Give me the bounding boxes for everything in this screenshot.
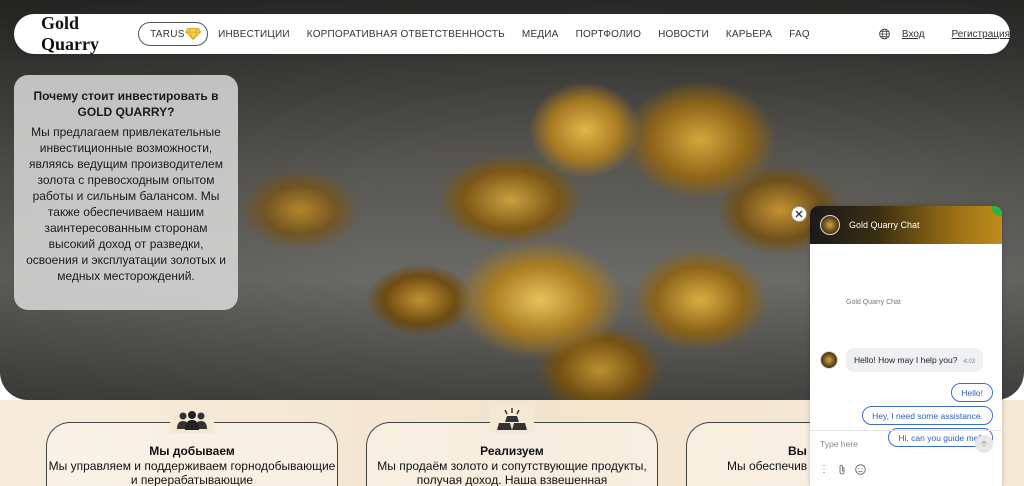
chat-close-button[interactable]	[791, 206, 807, 222]
chat-widget: Gold Quarry Chat Gold Quarry Chat Hello!…	[810, 206, 1002, 486]
top-navigation-bar: Gold Quarry TARUS ИНВЕСТИЦИИ КОРПОРАТИВН…	[14, 13, 1010, 55]
bot-message-text: Hello! How may I help you?	[854, 355, 958, 365]
feature-text: Мы управляем и поддерживаем горнодобываю…	[48, 459, 336, 486]
attachment-icon[interactable]	[836, 463, 848, 475]
feature-card-sales: Реализуем Мы продаём золото и сопутствую…	[366, 407, 658, 486]
nav-media[interactable]: МЕДИА	[522, 29, 559, 40]
bot-name-label: Gold Quarry Chat	[846, 299, 901, 306]
main-nav: ИНВЕСТИЦИИ КОРПОРАТИВНАЯ ОТВЕТСТВЕННОСТЬ…	[218, 29, 827, 40]
bot-message-time: 4:03	[963, 359, 976, 365]
tarus-label: TARUS	[150, 28, 185, 40]
bot-avatar	[820, 351, 838, 369]
feature-title: Мы добываем	[149, 444, 235, 458]
feature-card-mining: Мы добываем Мы управляем и поддерживаем …	[46, 407, 338, 486]
quick-reply-assistance[interactable]: Hey, I need some assistance.	[862, 406, 993, 425]
nav-news[interactable]: НОВОСТИ	[658, 29, 709, 40]
chat-tools: ⋮	[818, 463, 866, 475]
nav-careers[interactable]: КАРЬЕРА	[726, 29, 772, 40]
why-invest-card: Почему стоит инвестировать в GOLD QUARRY…	[14, 75, 238, 310]
people-group-icon	[170, 407, 214, 433]
chat-avatar	[820, 215, 840, 235]
online-status-indicator	[992, 206, 1002, 216]
register-link[interactable]: Регистрация	[952, 29, 1010, 40]
feature-text: Мы продаём золото и сопутствующие продук…	[377, 459, 647, 486]
chat-input-area: Type here ⋮	[810, 430, 1002, 486]
nav-corporate-responsibility[interactable]: КОРПОРАТИВНАЯ ОТВЕТСТВЕННОСТЬ	[307, 29, 505, 40]
send-arrow-icon	[980, 440, 988, 447]
nav-portfolio[interactable]: ПОРТФОЛИО	[576, 29, 642, 40]
chat-messages: Gold Quarry Chat Hello! How may I help y…	[810, 244, 1002, 447]
bot-message-row: Hello! How may I help you? 4:03	[820, 348, 984, 372]
login-link[interactable]: Вход	[902, 29, 925, 40]
site-logo[interactable]: Gold Quarry	[41, 13, 124, 55]
feature-title: Реализуем	[480, 444, 544, 458]
send-button[interactable]	[975, 435, 993, 453]
quick-reply-hello[interactable]: Hello!	[951, 383, 993, 402]
bot-message-bubble: Hello! How may I help you? 4:03	[846, 348, 984, 372]
why-invest-title: Почему стоит инвестировать в GOLD QUARRY…	[33, 89, 219, 119]
gold-bars-icon	[490, 407, 534, 433]
why-invest-text: Мы предлагаем привлекательные инвестицио…	[26, 125, 226, 283]
globe-icon[interactable]	[879, 25, 890, 43]
diamond-icon	[185, 28, 201, 41]
nav-investments[interactable]: ИНВЕСТИЦИИ	[218, 29, 290, 40]
close-icon	[795, 210, 803, 218]
nav-faq[interactable]: FAQ	[789, 29, 810, 40]
chat-title: Gold Quarry Chat	[849, 220, 920, 230]
tarus-button[interactable]: TARUS	[138, 22, 209, 46]
more-options-icon[interactable]: ⋮	[818, 463, 830, 475]
chat-header: Gold Quarry Chat	[810, 206, 1002, 244]
emoji-icon[interactable]	[854, 463, 866, 475]
chat-message-input[interactable]: Type here	[820, 439, 858, 449]
